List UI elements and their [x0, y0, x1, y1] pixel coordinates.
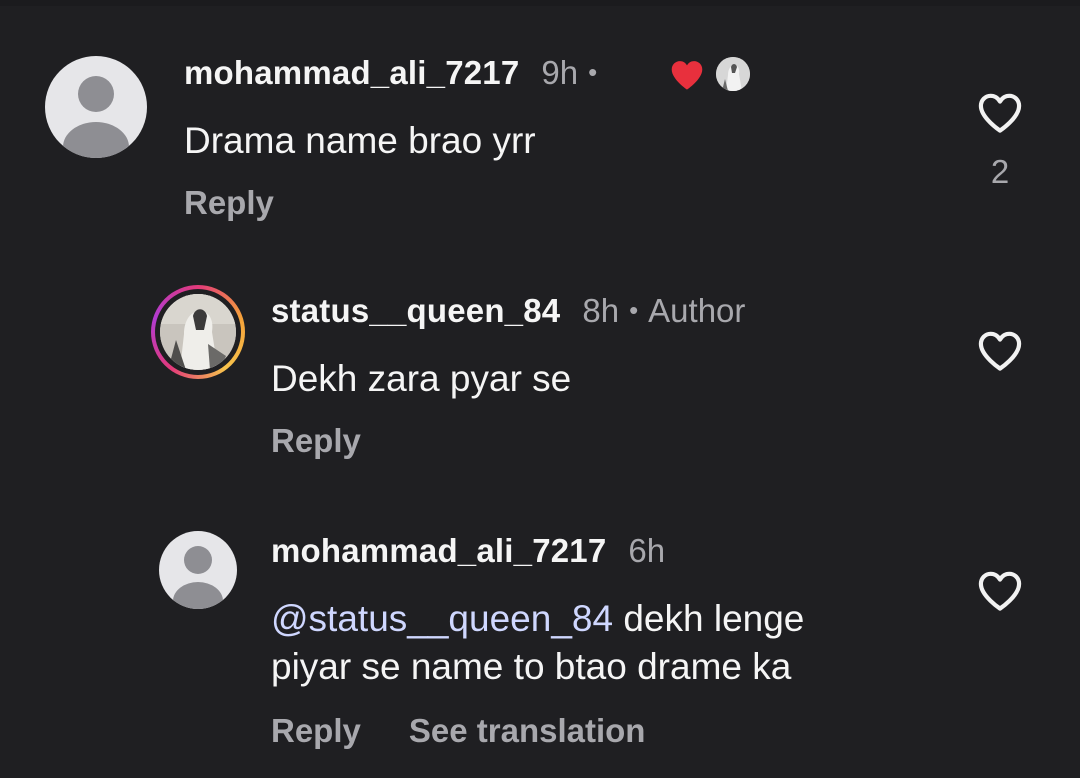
like-count: 2: [990, 153, 1010, 190]
comment-actions: Reply: [184, 184, 274, 222]
comment-actions: Reply See translation: [271, 712, 645, 750]
like-column: [970, 570, 1030, 617]
like-column: 2: [970, 92, 1030, 191]
author-photo-icon: [160, 294, 236, 370]
comment-actions: Reply: [271, 422, 361, 460]
meta-separator: •: [588, 57, 598, 87]
reply-button[interactable]: Reply: [184, 184, 274, 222]
avatar-body: [63, 122, 129, 158]
avatar-body: [173, 582, 223, 609]
comment-time: 9h: [541, 54, 579, 91]
reply-item: mohammad_ali_7217 6h @status__queen_84 d…: [0, 480, 1080, 778]
comment-username[interactable]: mohammad_ali_7217: [184, 54, 519, 92]
default-avatar-icon[interactable]: [159, 531, 237, 609]
comment-item: mohammad_ali_7217 9h • Drama name brao y…: [0, 0, 1080, 240]
comment-meta: mohammad_ali_7217 6h: [271, 532, 665, 570]
comment-text: Dekh zara pyar se: [271, 358, 572, 399]
like-column: [970, 330, 1030, 377]
comment-text: @status__queen_84 dekh lenge piyar se na…: [271, 595, 804, 691]
author-badge: Author: [648, 292, 746, 329]
heart-outline-icon[interactable]: [976, 570, 1024, 612]
comment-meta: status__queen_84 8h • Author: [271, 292, 745, 330]
author-avatar: [160, 294, 236, 370]
heart-outline-icon[interactable]: [976, 92, 1024, 134]
heart-outline-icon[interactable]: [976, 330, 1024, 372]
comment-username[interactable]: status__queen_84: [271, 292, 560, 330]
heart-filled-icon: [671, 61, 703, 90]
comment-time: 8h: [582, 292, 620, 329]
author-mini-avatar: [716, 57, 750, 91]
comment-text-line2: piyar se name to btao drame ka: [271, 646, 792, 687]
comment-meta: mohammad_ali_7217 9h •: [184, 54, 607, 92]
see-translation-button[interactable]: See translation: [409, 712, 646, 750]
comment-username[interactable]: mohammad_ali_7217: [271, 532, 606, 570]
comment-text: Drama name brao yrr: [184, 120, 536, 161]
mention-link[interactable]: @status__queen_84: [271, 598, 613, 639]
comment-time: 6h: [628, 532, 666, 569]
reply-button[interactable]: Reply: [271, 712, 361, 750]
author-photo-icon: [716, 57, 750, 91]
avatar-head: [78, 76, 114, 112]
default-avatar-icon[interactable]: [45, 56, 147, 158]
avatar-head: [184, 546, 212, 574]
story-ring[interactable]: [151, 285, 245, 379]
comment-text-line1: dekh lenge: [613, 598, 805, 639]
reply-button[interactable]: Reply: [271, 422, 361, 460]
reply-item: status__queen_84 8h • Author Dekh zara p…: [0, 240, 1080, 480]
meta-separator: •: [629, 295, 639, 325]
